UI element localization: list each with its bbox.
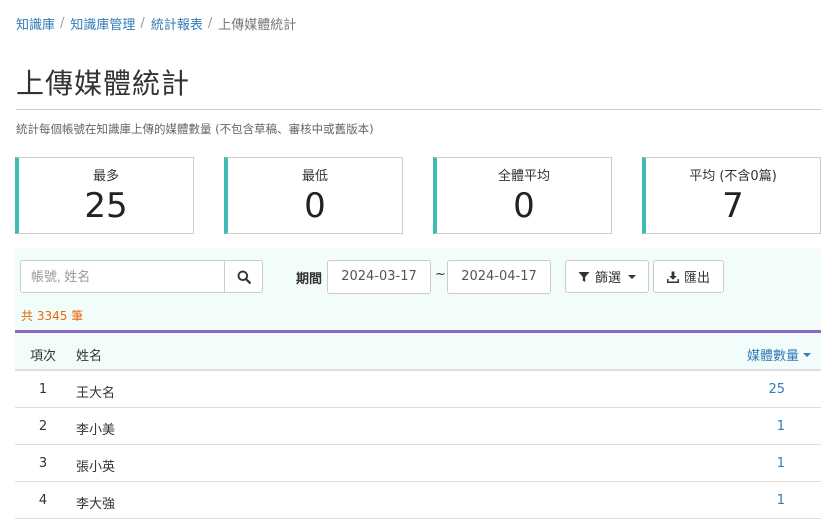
row-media-count-link[interactable]: 1 bbox=[777, 456, 785, 471]
download-icon bbox=[667, 271, 679, 283]
export-button[interactable]: 匯出 bbox=[653, 260, 724, 293]
breadcrumb: 知識庫 / 知識庫管理 / 統計報表 / 上傳媒體統計 bbox=[16, 14, 296, 33]
row-index: 2 bbox=[38, 419, 48, 434]
breadcrumb-link-kb-management[interactable]: 知識庫管理 bbox=[70, 14, 135, 33]
row-index: 3 bbox=[38, 456, 48, 471]
row-index: 4 bbox=[38, 493, 48, 508]
search-button[interactable] bbox=[224, 260, 263, 293]
stat-label: 全體平均 bbox=[497, 169, 550, 184]
filter-dropdown-button[interactable]: 篩選 bbox=[565, 260, 649, 293]
column-header-name: 姓名 bbox=[76, 349, 103, 364]
column-header-media-count-label: 媒體數量 bbox=[746, 349, 799, 364]
date-to-input[interactable]: 2024-04-17 bbox=[447, 260, 551, 294]
date-from-input[interactable]: 2024-03-17 bbox=[327, 260, 431, 294]
row-name: 李大強 bbox=[76, 497, 116, 512]
stat-value: 0 bbox=[304, 186, 326, 226]
table-row: 3 張小英 1 bbox=[15, 445, 821, 482]
stat-card-min: 最低 0 bbox=[224, 157, 403, 234]
row-media-count-link[interactable]: 25 bbox=[768, 382, 785, 397]
breadcrumb-separator: / bbox=[60, 16, 65, 31]
stat-value: 0 bbox=[513, 186, 535, 226]
column-header-media-count[interactable]: 媒體數量 bbox=[747, 345, 811, 364]
stat-label: 最低 bbox=[301, 169, 328, 184]
stat-card-average-excluding-zero: 平均 (不含0篇) 7 bbox=[642, 157, 821, 234]
filter-panel: 期間 2024-03-17 ~ 2024-04-17 篩選 匯出 共 3345 … bbox=[15, 248, 821, 330]
row-media-count-link[interactable]: 1 bbox=[777, 419, 785, 434]
title-divider bbox=[16, 109, 821, 110]
period-label: 期間 bbox=[296, 272, 323, 287]
result-count: 共 3345 筆 bbox=[21, 309, 84, 323]
column-header-index: 項次 bbox=[30, 349, 57, 364]
filter-button-label: 篩選 bbox=[594, 271, 621, 286]
table-row: 1 王大名 25 bbox=[15, 371, 821, 408]
stat-card-max: 最多 25 bbox=[15, 157, 194, 234]
table-header: 項次 姓名 媒體數量 bbox=[15, 333, 821, 371]
table-row: 2 李小美 1 bbox=[15, 408, 821, 445]
stat-value: 7 bbox=[722, 186, 744, 226]
row-name: 李小美 bbox=[76, 423, 116, 438]
row-name: 張小英 bbox=[76, 460, 116, 475]
page-title: 上傳媒體統計 bbox=[16, 67, 191, 100]
search-icon bbox=[237, 270, 251, 284]
date-separator: ~ bbox=[435, 267, 446, 282]
search-group bbox=[20, 260, 263, 293]
breadcrumb-link-knowledge-base[interactable]: 知識庫 bbox=[16, 14, 55, 33]
table-row: 4 李大強 1 bbox=[15, 482, 821, 519]
row-media-count-link[interactable]: 1 bbox=[777, 493, 785, 508]
sort-caret-down-icon bbox=[803, 352, 811, 357]
stat-card-overall-average: 全體平均 0 bbox=[433, 157, 612, 234]
breadcrumb-separator: / bbox=[140, 16, 145, 31]
search-input[interactable] bbox=[20, 260, 224, 293]
page-subtitle: 統計每個帳號在知識庫上傳的媒體數量 (不包含草稿、審核中或舊版本) bbox=[16, 122, 374, 136]
stat-label: 最多 bbox=[92, 169, 119, 184]
stats-table: 項次 姓名 媒體數量 1 王大名 25 2 李小美 1 3 張小英 1 4 李大… bbox=[15, 330, 821, 519]
filter-icon bbox=[578, 271, 590, 282]
stat-value: 25 bbox=[84, 186, 128, 226]
export-button-label: 匯出 bbox=[683, 271, 710, 286]
breadcrumb-separator: / bbox=[207, 16, 213, 31]
row-name: 王大名 bbox=[76, 386, 116, 401]
breadcrumb-current: 上傳媒體統計 bbox=[218, 18, 297, 33]
caret-down-icon bbox=[628, 274, 636, 279]
breadcrumb-link-reports[interactable]: 統計報表 bbox=[151, 14, 203, 33]
stat-label: 平均 (不含0篇) bbox=[689, 169, 777, 184]
row-index: 1 bbox=[38, 382, 48, 397]
